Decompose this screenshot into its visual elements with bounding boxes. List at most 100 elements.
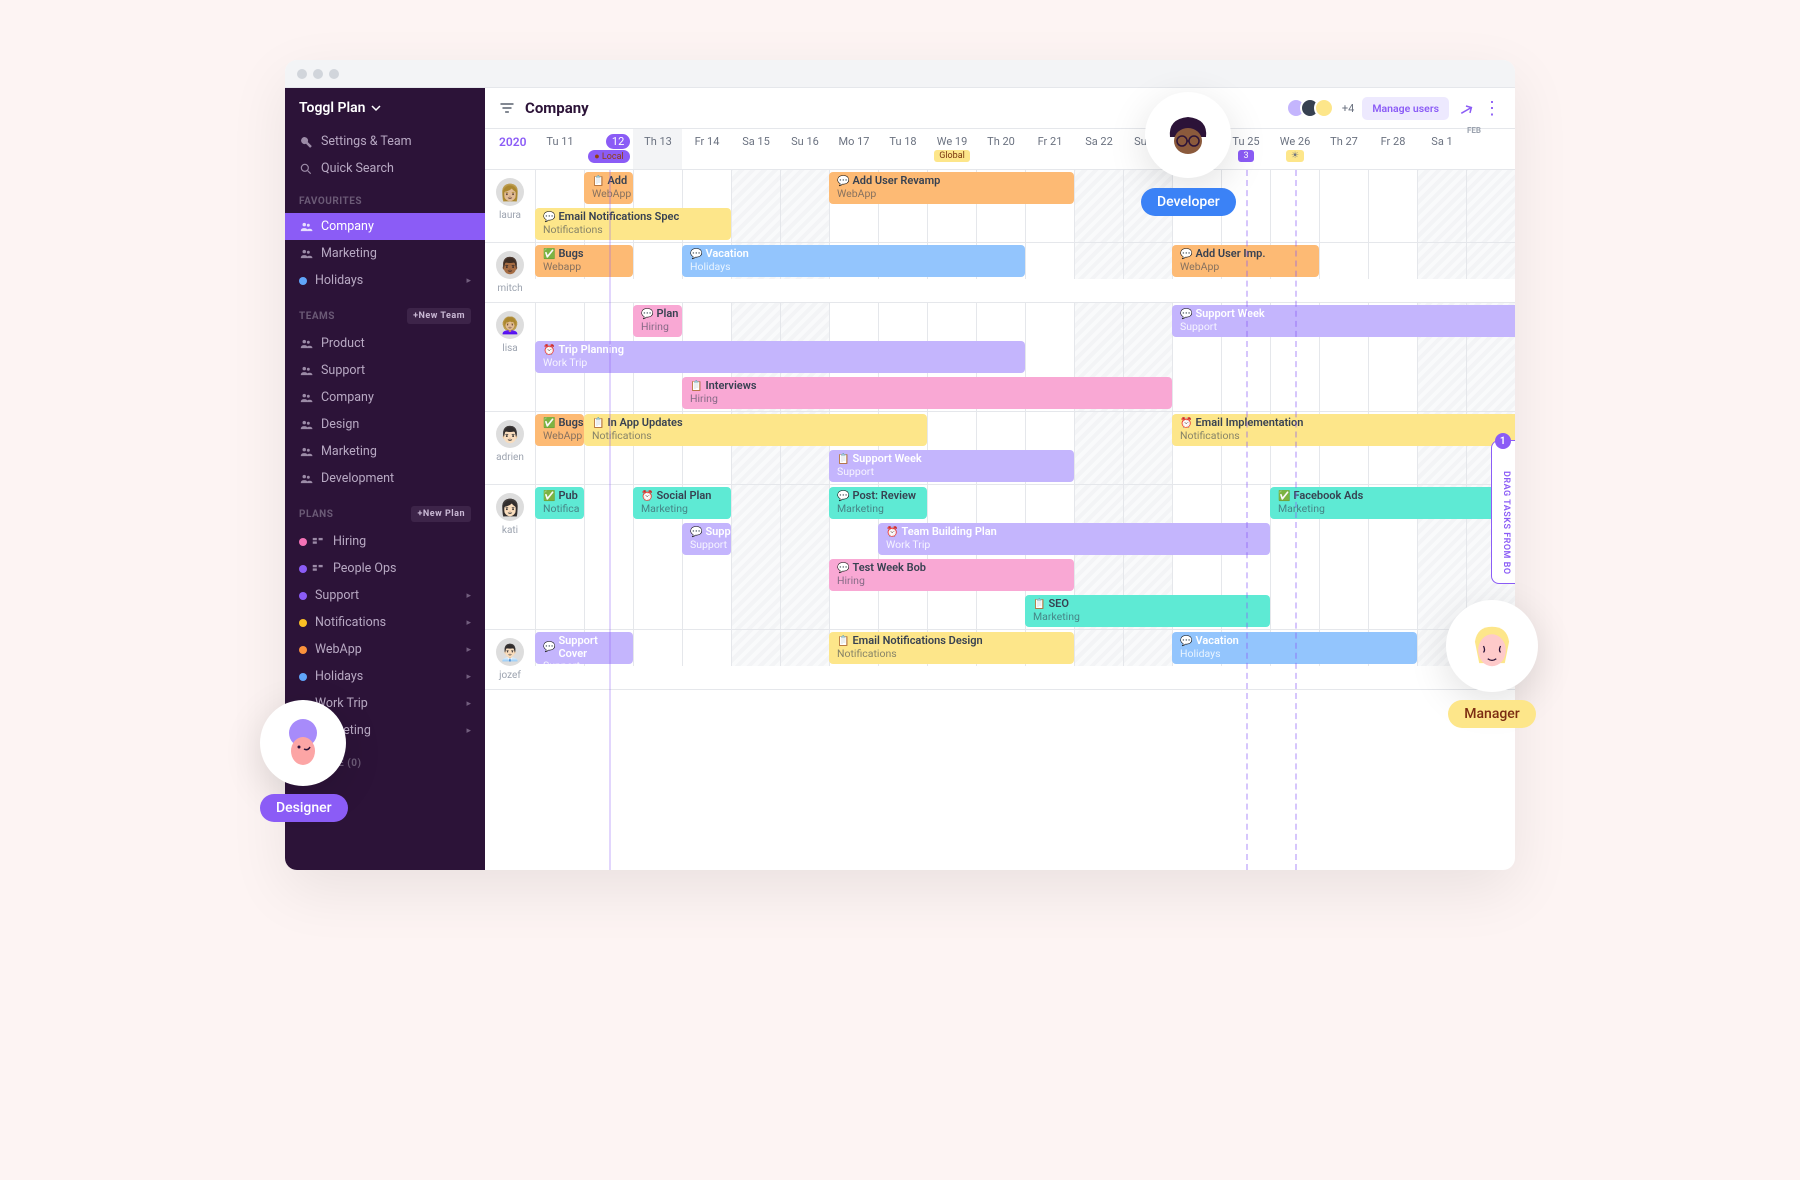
sidebar-item-marketing[interactable]: Marketing [285,438,485,465]
teams-add-button[interactable]: +New Team [407,308,471,324]
grid-cell[interactable] [1417,243,1466,279]
day-header[interactable]: We 19Global [927,129,976,169]
sidebar-item-webapp[interactable]: WebApp▸ [285,636,485,663]
grid-cell[interactable] [1319,243,1368,279]
gantt-chart[interactable]: 👩🏼 laura 📋Add WebApp 💬Add User Revamp We… [485,170,1515,870]
grid-cell[interactable] [1123,243,1172,279]
task-bar[interactable]: 💬Supp Support [682,523,731,555]
sidebar-item-notifications[interactable]: Notifications▸ [285,609,485,636]
task-bar[interactable]: 💬Plan Hiring [633,305,682,337]
task-bar[interactable]: ⏰Team Building Plan Work Trip [878,523,1270,555]
day-header[interactable]: Su 16 [780,129,829,169]
grid-cell[interactable] [1123,630,1172,666]
task-bar[interactable]: 📋Email Notifications Design Notification… [829,632,1074,664]
day-header[interactable]: Fr 28 [1368,129,1417,169]
task-bar[interactable]: 💬Vacation Holidays [1172,632,1417,664]
grid-cell[interactable] [584,485,633,629]
member-avatars[interactable] [1292,98,1334,118]
grid-cell[interactable] [1074,243,1123,279]
lane-header[interactable]: 👩🏻 kati [485,485,535,629]
day-header[interactable]: Fr 14 [682,129,731,169]
task-bar[interactable]: 📋Interviews Hiring [682,377,1172,409]
day-header[interactable]: We 12● Local [584,129,633,169]
traffic-light-close[interactable] [297,69,307,79]
grid-cell[interactable] [682,630,731,666]
grid-cell[interactable] [780,485,829,629]
sidebar-item-holidays[interactable]: Holidays▸ [285,663,485,690]
grid-cell[interactable] [1417,170,1466,242]
grid-cell[interactable] [633,243,682,279]
day-header[interactable]: Tu 11 [535,129,584,169]
day-header[interactable]: Th 27 [1319,129,1368,169]
grid-cell[interactable] [731,485,780,629]
task-bar[interactable]: ⏰Trip Planning Work Trip [535,341,1025,373]
sidebar-item-company[interactable]: Company [285,213,485,240]
grid-cell[interactable] [731,170,780,242]
task-bar[interactable]: 📋Add WebApp [584,172,633,204]
task-bar[interactable]: 📋In App Updates Notifications [584,414,927,446]
day-header[interactable]: Sa 1 [1417,129,1466,169]
day-header[interactable]: Th 20 [976,129,1025,169]
sidebar-item-support[interactable]: Support [285,357,485,384]
manage-users-button[interactable]: Manage users [1362,97,1449,120]
day-header[interactable]: Th 13 [633,129,682,169]
plans-add-button[interactable]: +New Plan [411,506,471,522]
task-bar[interactable]: 📋Support Week Support [829,450,1074,482]
lane-header[interactable]: 👩🏼 laura [485,170,535,242]
grid-cell[interactable] [1074,630,1123,666]
task-bar[interactable]: 💬Support Cover Support [535,632,633,664]
lane-header[interactable]: 👨🏻‍💼 jozef [485,630,535,689]
sidebar-item-hiring[interactable]: Hiring [285,528,485,555]
sidebar-item-marketing[interactable]: Marketing [285,240,485,267]
task-bar[interactable]: 💬Test Week Bob Hiring [829,559,1074,591]
settings-link[interactable]: Settings & Team [285,128,485,155]
traffic-light-max[interactable] [329,69,339,79]
task-bar[interactable]: 💬Post: Review Marketing [829,487,927,519]
day-header[interactable]: Sa 22 [1074,129,1123,169]
grid-cell[interactable] [780,630,829,666]
sidebar-item-people-ops[interactable]: People Ops [285,555,485,582]
sidebar-item-design[interactable]: Design [285,411,485,438]
task-bar[interactable]: 📋SEO Marketing [1025,595,1270,627]
sidebar-item-product[interactable]: Product [285,330,485,357]
filter-icon[interactable] [499,100,515,116]
grid-cell[interactable] [927,485,976,629]
grid-cell[interactable] [1123,412,1172,484]
task-bar[interactable]: 💬Vacation Holidays [682,245,1025,277]
day-header[interactable]: Mo 17 [829,129,878,169]
grid-cell[interactable] [1074,170,1123,242]
task-bar[interactable]: ✅Facebook Ads Marketing [1270,487,1515,519]
quick-search[interactable]: Quick Search [285,155,485,182]
day-header[interactable] [1466,129,1515,169]
grid-cell[interactable] [1368,243,1417,279]
grid-cell[interactable] [1025,243,1074,279]
grid-cell[interactable] [976,485,1025,629]
avatar-overflow[interactable]: +4 [1342,102,1354,115]
sidebar-item-support[interactable]: Support▸ [285,582,485,609]
day-header[interactable]: Sa 15 [731,129,780,169]
workspace-switcher[interactable]: Toggl Plan [285,88,485,128]
task-bar[interactable]: ⏰Social Plan Marketing [633,487,731,519]
day-header[interactable]: We 26☀ [1270,129,1319,169]
backlog-drawer[interactable]: 1 DRAG TASKS FROM BO [1491,440,1515,584]
task-bar[interactable]: 💬Email Notifications Spec Notifications [535,208,731,240]
task-bar[interactable]: ⏰Email Implementation Notifications [1172,414,1515,446]
year-label[interactable]: 2020 [485,129,535,169]
lane-header[interactable]: 👨🏻 adrien [485,412,535,484]
task-bar[interactable]: ✅Bugs WebApp [535,414,584,446]
traffic-light-min[interactable] [313,69,323,79]
task-bar[interactable]: 💬Add User Imp. WebApp [1172,245,1319,277]
sidebar-item-development[interactable]: Development [285,465,485,492]
grid-cell[interactable] [1074,412,1123,484]
task-bar[interactable]: 💬Support Week Support [1172,305,1515,337]
sidebar-item-holidays[interactable]: Holidays▸ [285,267,485,294]
grid-cell[interactable] [1466,170,1515,242]
grid-cell[interactable] [1368,170,1417,242]
grid-cell[interactable] [780,170,829,242]
task-bar[interactable]: 💬Add User Revamp WebApp [829,172,1074,204]
grid-cell[interactable] [633,630,682,666]
grid-cell[interactable] [1319,170,1368,242]
task-bar[interactable]: ✅Pub Notifica [535,487,584,519]
grid-cell[interactable] [1466,243,1515,279]
task-bar[interactable]: ✅Bugs Webapp [535,245,633,277]
